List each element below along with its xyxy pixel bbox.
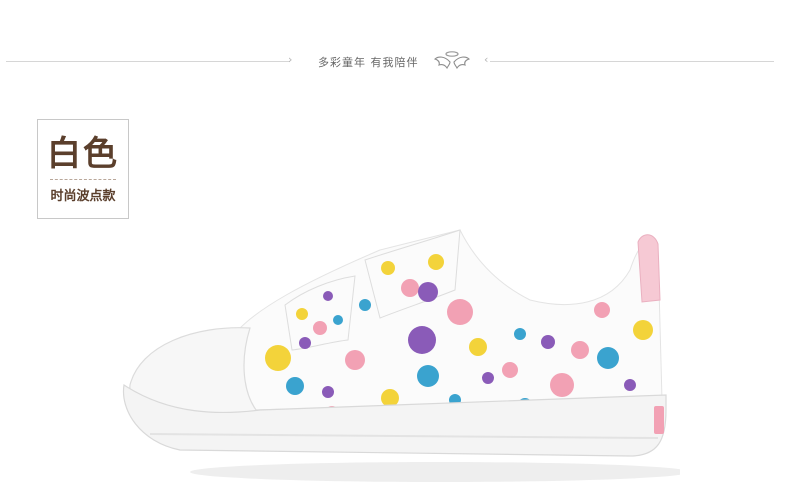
header-line-left: [6, 61, 290, 62]
angel-wings-halo-icon: [433, 51, 471, 70]
header-line-right: [490, 61, 774, 62]
header-tagline: 多彩童年 有我陪伴: [318, 56, 419, 69]
style-name: 时尚波点款: [50, 189, 116, 204]
color-label-box: 白色 时尚波点款: [37, 119, 129, 219]
section-header: › 多彩童年 有我陪伴 ‹: [0, 48, 790, 74]
product-shoe-image: [122, 229, 680, 482]
color-name: 白色: [47, 134, 119, 174]
label-divider: [50, 179, 116, 180]
chevron-left-icon: ‹: [484, 53, 489, 66]
chevron-right-icon: ›: [288, 53, 293, 66]
